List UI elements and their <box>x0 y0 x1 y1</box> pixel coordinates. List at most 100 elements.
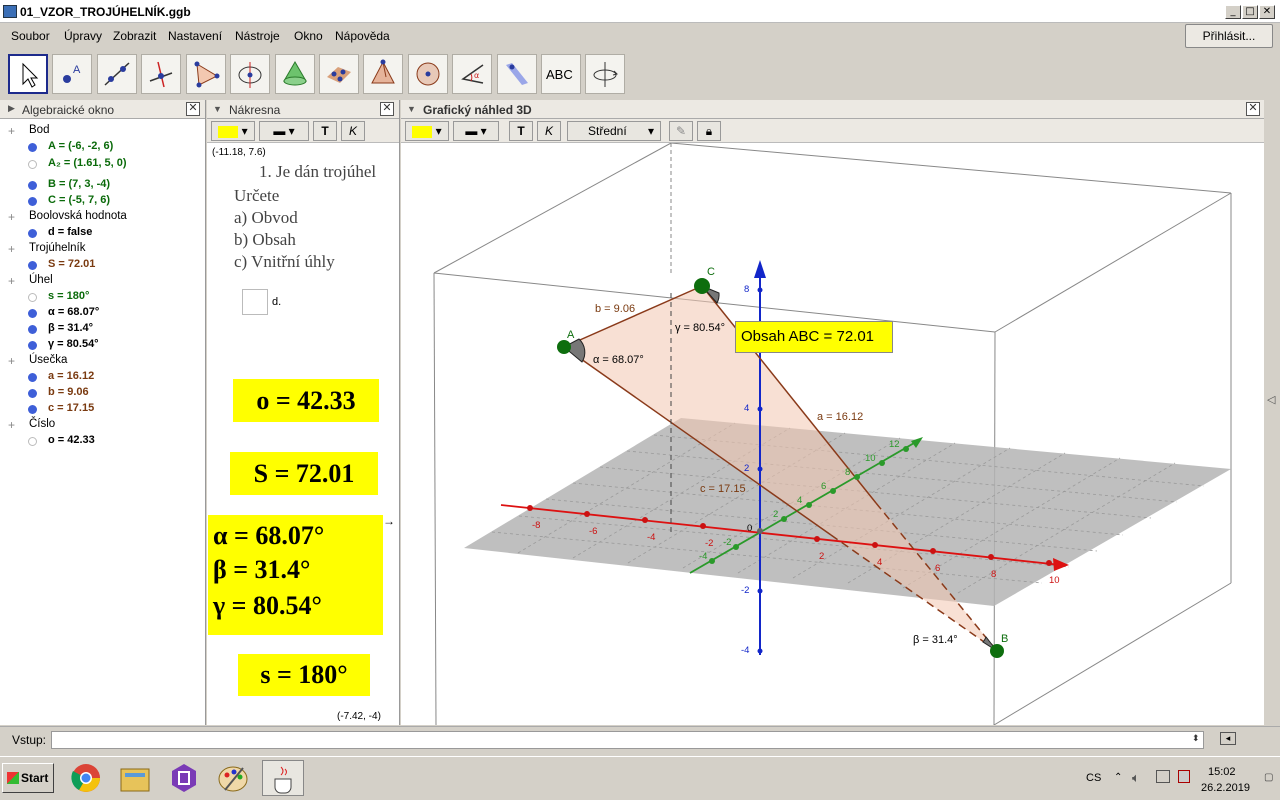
perpendicular-tool[interactable] <box>141 54 181 94</box>
algebra-item[interactable]: a = 16.12 <box>0 369 206 385</box>
algebra-item[interactable]: o = 42.33 <box>0 433 206 449</box>
input-field[interactable] <box>51 731 1204 749</box>
paint-taskbar-button[interactable] <box>213 760 255 796</box>
algebra-item[interactable]: d = false <box>0 225 206 241</box>
algebra-category[interactable]: + Boolovská hodnota <box>0 209 206 225</box>
visibility-toggle-icon[interactable] <box>28 261 37 270</box>
expand-plus-icon[interactable]: + <box>8 418 15 432</box>
history-arrows-icon[interactable]: ⬍ <box>1192 733 1200 744</box>
color-button[interactable]: ▾ <box>211 121 255 141</box>
algebra-category[interactable]: + Bod <box>0 123 206 139</box>
algebra-category[interactable]: + Číslo <box>0 417 206 433</box>
algebra-item[interactable]: B = (7, 3, -4) <box>0 177 206 193</box>
algebra-category[interactable]: + Úsečka <box>0 353 206 369</box>
expand-plus-icon[interactable]: + <box>8 354 15 368</box>
show-desktop-icon[interactable]: ▢ <box>1264 772 1273 783</box>
visibility-toggle-icon[interactable] <box>28 143 37 152</box>
graphics-close-icon[interactable]: ✕ <box>380 102 394 116</box>
chevron-left-icon[interactable]: ◁ <box>1267 393 1275 406</box>
visibility-toggle-icon[interactable] <box>28 293 37 302</box>
clock-time[interactable]: 15:02 <box>1208 766 1236 778</box>
menu-napoveda[interactable]: Nápověda <box>335 29 390 43</box>
menu-okno[interactable]: Okno <box>294 29 323 43</box>
menu-nastaveni[interactable]: Nastavení <box>168 29 222 43</box>
expand-plus-icon[interactable]: + <box>8 124 15 138</box>
visibility-toggle-icon[interactable] <box>28 309 37 318</box>
volume-icon[interactable]: 🔈︎ <box>1132 770 1140 786</box>
algebra-category[interactable]: + Trojúhelník <box>0 241 206 257</box>
circle-tool[interactable] <box>230 54 270 94</box>
algebra-item[interactable]: A = (-6, -2, 6) <box>0 139 206 155</box>
visibility-toggle-icon[interactable] <box>28 341 37 350</box>
algebra-item[interactable]: c = 17.15 <box>0 401 206 417</box>
maximize-button[interactable]: □ <box>1242 5 1258 19</box>
lock-button[interactable]: 🔒︎ <box>697 121 721 141</box>
angle-tool[interactable]: α <box>452 54 492 94</box>
menu-upravy[interactable]: Úpravy <box>64 29 102 43</box>
checkbox-d[interactable] <box>242 289 268 315</box>
reflect-tool[interactable] <box>497 54 537 94</box>
visibility-toggle-icon[interactable] <box>28 160 37 169</box>
algebra-category[interactable]: + Úhel <box>0 273 206 289</box>
chrome-taskbar-button[interactable] <box>66 760 108 796</box>
move-tool[interactable] <box>8 54 48 94</box>
network-icon[interactable] <box>1156 770 1170 783</box>
italic-button[interactable]: K <box>341 121 365 141</box>
explorer-taskbar-button[interactable] <box>115 760 157 796</box>
rotate-view-tool[interactable] <box>585 54 625 94</box>
point-tool[interactable]: A <box>52 54 92 94</box>
menu-zobrazit[interactable]: Zobrazit <box>113 29 156 43</box>
visibility-toggle-icon[interactable] <box>28 389 37 398</box>
point-A[interactable] <box>557 340 571 354</box>
visibility-toggle-icon[interactable] <box>28 437 37 446</box>
pyramid-tool[interactable] <box>363 54 403 94</box>
algebra-item[interactable]: s = 180° <box>0 289 206 305</box>
line-tool[interactable] <box>97 54 137 94</box>
visibility-toggle-icon[interactable] <box>28 229 37 238</box>
expand-plus-icon[interactable]: + <box>8 210 15 224</box>
bold-button-3d[interactable]: T <box>509 121 533 141</box>
algebra-item[interactable]: γ = 80.54° <box>0 337 206 353</box>
line-style-button-3d[interactable]: ▬ ▾ <box>453 121 499 141</box>
side-panel-toggle[interactable]: ◁ <box>1264 100 1280 725</box>
color-button-3d[interactable]: ▾ <box>405 121 449 141</box>
minimize-button[interactable]: _ <box>1225 5 1241 19</box>
algebra-item[interactable]: C = (-5, 7, 6) <box>0 193 206 209</box>
plane-tool[interactable] <box>319 54 359 94</box>
algebra-close-icon[interactable]: ✕ <box>186 102 200 116</box>
text-tool[interactable]: ABC <box>541 54 581 94</box>
point-C[interactable] <box>694 278 710 294</box>
visibility-toggle-icon[interactable] <box>28 181 37 190</box>
algebra-item[interactable]: b = 9.06 <box>0 385 206 401</box>
tray-expand-icon[interactable]: ⌃ <box>1114 772 1122 783</box>
expand-plus-icon[interactable]: + <box>8 242 15 256</box>
bold-button[interactable]: T <box>313 121 337 141</box>
action-center-icon[interactable] <box>1178 770 1190 783</box>
line-style-button[interactable]: ▬ ▾ <box>259 121 309 141</box>
collapse-arrow-icon[interactable]: ▼ <box>407 104 416 114</box>
clock-date[interactable]: 26.2.2019 <box>1201 782 1250 794</box>
3d-scene[interactable]: 8 6 4 2 -2 -4 -8 -6 -4 -2 2 4 6 8 10 -4 … <box>401 143 1264 725</box>
algebra-item[interactable]: α = 68.07° <box>0 305 206 321</box>
keyboard-toggle-icon[interactable]: ◂ <box>1220 732 1236 745</box>
sign-in-button[interactable]: Přihlásit... <box>1185 24 1273 48</box>
algebra-item[interactable]: S = 72.01 <box>0 257 206 273</box>
start-button[interactable]: Start <box>2 763 54 793</box>
visibility-toggle-icon[interactable] <box>28 325 37 334</box>
polygon-tool[interactable] <box>186 54 226 94</box>
algebra-item[interactable]: β = 31.4° <box>0 321 206 337</box>
menu-soubor[interactable]: Soubor <box>11 29 50 43</box>
onenote-taskbar-button[interactable] <box>164 760 206 796</box>
collapse-arrow-icon[interactable]: ▼ <box>213 104 222 114</box>
collapse-arrow-icon[interactable]: ▶ <box>8 103 15 114</box>
sphere-tool[interactable] <box>408 54 448 94</box>
text-size-select[interactable]: Střední ▾ <box>567 121 661 141</box>
italic-button-3d[interactable]: K <box>537 121 561 141</box>
graphics-3d-close-icon[interactable]: ✕ <box>1246 102 1260 116</box>
visibility-toggle-icon[interactable] <box>28 405 37 414</box>
point-B[interactable] <box>990 644 1004 658</box>
menu-nastroje[interactable]: Nástroje <box>235 29 280 43</box>
visibility-toggle-icon[interactable] <box>28 373 37 382</box>
visibility-toggle-icon[interactable] <box>28 197 37 206</box>
pin-button[interactable]: ✎ <box>669 121 693 141</box>
